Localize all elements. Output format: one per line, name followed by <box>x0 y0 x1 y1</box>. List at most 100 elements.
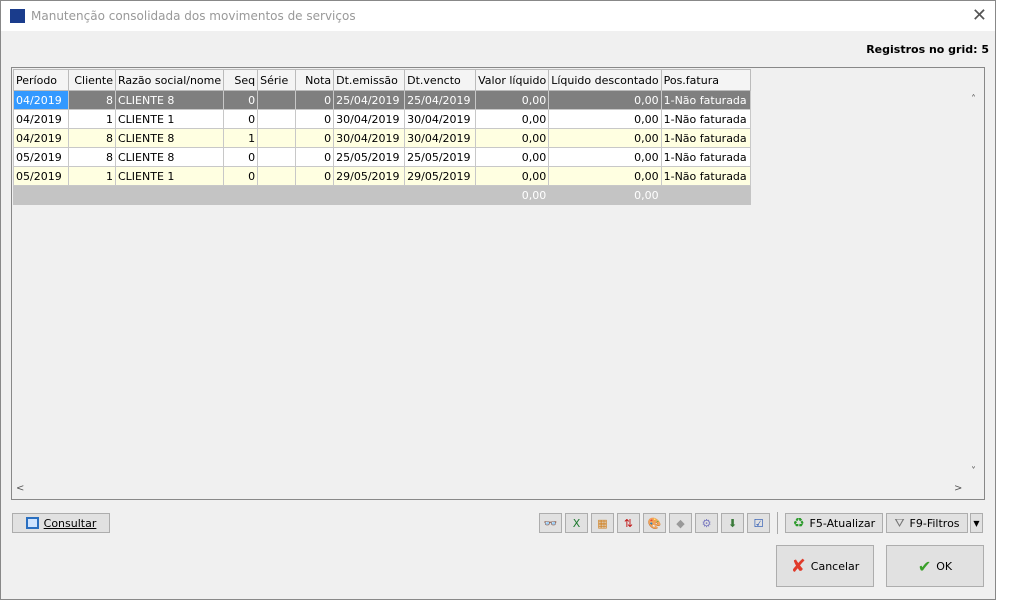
table-cell[interactable]: 29/05/2019 <box>333 166 406 186</box>
column-header[interactable]: Líquido descontado <box>548 69 662 91</box>
table-cell[interactable]: 0,00 <box>548 109 662 129</box>
grid-layout-icon: ▦ <box>597 516 608 530</box>
table-cell[interactable]: 0 <box>223 147 259 167</box>
scroll-right-icon[interactable]: > <box>954 483 962 494</box>
data-grid[interactable]: Período Cliente Razão social/nome Seq Série N… <box>11 67 985 500</box>
table-row[interactable]: 05/2019 1 CLIENTE 1 0 0 29/05/2019 29/05/2019 0… <box>13 166 751 186</box>
table-row[interactable]: 04/2019 8 CLIENTE 8 0 0 25/04/2019 25/04/2019 0… <box>13 90 751 110</box>
column-header[interactable]: Período <box>13 69 69 91</box>
table-cell[interactable]: 0 <box>295 128 335 148</box>
refresh-icon: ♻ <box>792 515 805 531</box>
table-cell[interactable] <box>257 166 297 186</box>
binoculars-button[interactable]: 👓 <box>539 513 562 533</box>
table-cell[interactable]: 25/04/2019 <box>333 90 406 110</box>
scroll-down-icon[interactable]: ˅ <box>971 466 976 477</box>
table-cell[interactable]: 0 <box>223 166 259 186</box>
eraser-button[interactable]: ◆ <box>669 513 692 533</box>
column-header[interactable]: Nota <box>295 69 335 91</box>
table-cell[interactable]: 0,00 <box>475 147 550 167</box>
column-header[interactable]: Dt.vencto <box>404 69 477 91</box>
table-cell[interactable]: 04/2019 <box>13 90 69 110</box>
table-row[interactable]: 04/2019 1 CLIENTE 1 0 0 30/04/2019 30/04/2019 0… <box>13 109 751 129</box>
sort-button[interactable]: ⇅ <box>617 513 640 533</box>
records-count: Registros no grid: 5 <box>866 43 989 56</box>
table-cell[interactable]: 25/04/2019 <box>404 90 477 110</box>
table-cell[interactable]: 0,00 <box>548 166 662 186</box>
cancel-button[interactable]: ✘ Cancelar <box>776 545 874 587</box>
table-cell[interactable]: 05/2019 <box>13 166 69 186</box>
table-cell[interactable]: CLIENTE 8 <box>114 128 225 148</box>
table-cell[interactable]: 30/04/2019 <box>404 128 477 148</box>
table-cell[interactable]: 1-Não faturada <box>660 147 751 167</box>
table-cell[interactable]: 1-Não faturada <box>660 128 751 148</box>
ok-button[interactable]: ✔ OK <box>886 545 984 587</box>
table-cell[interactable]: 0,00 <box>475 166 550 186</box>
table-cell[interactable] <box>257 90 297 110</box>
check-icon: ✔ <box>917 556 932 576</box>
table-cell[interactable]: 1 <box>68 109 116 129</box>
palette-button[interactable]: 🎨 <box>643 513 666 533</box>
table-cell[interactable]: 29/05/2019 <box>404 166 477 186</box>
table-cell[interactable]: 1-Não faturada <box>660 90 751 110</box>
table-cell[interactable]: 0 <box>295 109 335 129</box>
filtros-button[interactable]: ⛛ F9-Filtros <box>886 513 968 533</box>
table-cell[interactable]: 30/04/2019 <box>404 109 477 129</box>
table-cell[interactable]: 0 <box>223 90 259 110</box>
table-cell[interactable]: CLIENTE 8 <box>114 147 225 167</box>
table-cell[interactable]: 0 <box>295 166 335 186</box>
table-cell[interactable]: CLIENTE 8 <box>114 90 225 110</box>
table-cell[interactable]: 25/05/2019 <box>404 147 477 167</box>
scroll-up-icon[interactable]: ˄ <box>971 94 976 105</box>
table-cell[interactable]: 05/2019 <box>13 147 69 167</box>
vertical-scrollbar[interactable]: ˄ ˅ <box>967 68 984 483</box>
column-header[interactable]: Razão social/nome <box>114 69 225 91</box>
checklist-button[interactable]: ☑ <box>747 513 770 533</box>
table-cell[interactable]: 1-Não faturada <box>660 109 751 129</box>
table-cell[interactable]: CLIENTE 1 <box>114 109 225 129</box>
column-header[interactable]: Valor líquido <box>475 69 550 91</box>
horizontal-scrollbar[interactable]: < > <box>12 482 967 499</box>
table-cell[interactable]: 0,00 <box>475 109 550 129</box>
table-cell[interactable]: 8 <box>68 128 116 148</box>
table-cell[interactable]: CLIENTE 1 <box>114 166 225 186</box>
table-cell[interactable]: 30/04/2019 <box>333 128 406 148</box>
grid-layout-button[interactable]: ▦ <box>591 513 614 533</box>
table-cell[interactable] <box>257 128 297 148</box>
atualizar-button[interactable]: ♻ F5-Atualizar <box>785 513 883 533</box>
table-cell[interactable]: 0,00 <box>548 128 662 148</box>
table-cell[interactable]: 0,00 <box>548 90 662 110</box>
column-header[interactable]: Seq <box>223 69 259 91</box>
table-row[interactable]: 04/2019 8 CLIENTE 8 1 0 30/04/2019 30/04/2019 0… <box>13 128 751 148</box>
table-cell[interactable]: 0,00 <box>475 90 550 110</box>
dialog-window: Manutenção consolidada dos movimentos de… <box>0 0 996 600</box>
table-cell[interactable]: 1-Não faturada <box>660 166 751 186</box>
table-cell[interactable]: 0,00 <box>475 128 550 148</box>
table-cell[interactable]: 1 <box>68 166 116 186</box>
consultar-button[interactable]: Consultar <box>12 513 110 533</box>
table-cell[interactable]: 0 <box>223 109 259 129</box>
table-row[interactable]: 05/2019 8 CLIENTE 8 0 0 25/05/2019 25/05/2019 0… <box>13 147 751 167</box>
filter-dropdown-button[interactable]: ▼ <box>970 513 983 533</box>
table-cell[interactable] <box>257 109 297 129</box>
column-header[interactable]: Pos.fatura <box>660 69 751 91</box>
column-header[interactable]: Série <box>257 69 297 91</box>
table-cell[interactable]: 04/2019 <box>13 109 69 129</box>
table-cell[interactable]: 25/05/2019 <box>333 147 406 167</box>
close-button[interactable]: ✕ <box>972 5 987 26</box>
table-cell[interactable]: 8 <box>68 147 116 167</box>
download-button[interactable]: ⬇ <box>721 513 744 533</box>
table-cell[interactable]: 0 <box>295 147 335 167</box>
filter-icon: ⛛ <box>894 515 905 530</box>
column-header[interactable]: Dt.emissão <box>333 69 406 91</box>
table-cell[interactable]: 0,00 <box>548 147 662 167</box>
table-cell[interactable]: 04/2019 <box>13 128 69 148</box>
table-cell[interactable] <box>257 147 297 167</box>
table-cell[interactable]: 8 <box>68 90 116 110</box>
table-cell[interactable]: 30/04/2019 <box>333 109 406 129</box>
column-header[interactable]: Cliente <box>68 69 116 91</box>
table-cell[interactable]: 0 <box>295 90 335 110</box>
scroll-left-icon[interactable]: < <box>16 483 24 494</box>
excel-button[interactable]: X <box>565 513 588 533</box>
table-cell[interactable]: 1 <box>223 128 259 148</box>
gear-button[interactable]: ⚙ <box>695 513 718 533</box>
